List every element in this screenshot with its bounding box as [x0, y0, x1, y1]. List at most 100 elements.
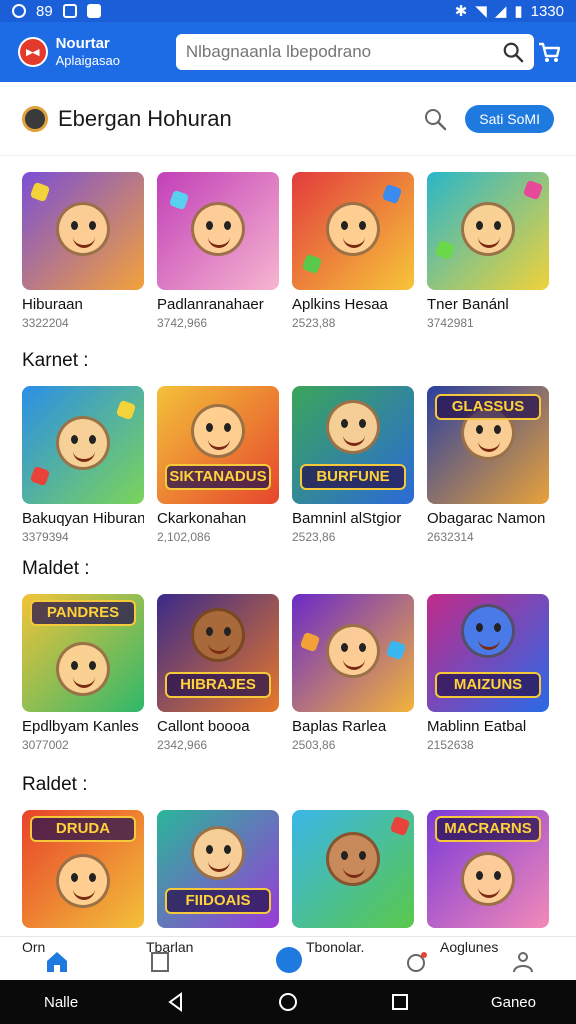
- app-name-label: Callont boooa: [157, 718, 250, 735]
- app-banner: DRUDA: [30, 816, 136, 842]
- nav-item-updates[interactable]: Aoglunes: [404, 937, 554, 981]
- recents-icon[interactable]: [390, 992, 410, 1012]
- app-card[interactable]: Baplas Rarlea 2503,86: [292, 594, 414, 752]
- app-count: 2523,88: [292, 316, 336, 330]
- app-thumbnail[interactable]: BURFUNE: [292, 386, 414, 504]
- back-icon[interactable]: [166, 992, 186, 1012]
- app-name-label: Baplas Rarlea: [292, 718, 387, 735]
- app-thumbnail[interactable]: [22, 386, 144, 504]
- page-title: Ebergan Hohuran: [58, 105, 232, 131]
- app-count: 3077002: [22, 738, 69, 752]
- updates-icon[interactable]: [404, 949, 430, 975]
- app-thumbnail[interactable]: [292, 594, 414, 712]
- system-nav-left-label[interactable]: Nalle: [44, 994, 78, 1011]
- bluetooth-icon: ✱: [454, 3, 468, 20]
- bottom-nav: Orn Tbarlan Tbonolar. Aoglunes: [0, 936, 576, 980]
- nav-item-home[interactable]: Orn: [22, 937, 92, 981]
- app-thumbnail[interactable]: [292, 810, 414, 928]
- app-banner: PANDRES: [30, 600, 136, 626]
- app-banner: MACRARNS: [435, 816, 541, 842]
- wifi-icon: ◥: [475, 3, 487, 20]
- notification-icon: [12, 4, 26, 18]
- app-banner: HIBRAJES: [165, 672, 271, 698]
- app-thumbnail[interactable]: [292, 172, 414, 290]
- section-title: Maldet :: [22, 558, 90, 579]
- app-banner: GLASSUS: [435, 394, 541, 420]
- cart-icon[interactable]: [534, 37, 564, 67]
- app-count: 3742,966: [157, 316, 208, 330]
- gallery-icon: [62, 4, 77, 18]
- app-card[interactable]: Padlanranahaer 3742,966: [157, 172, 279, 330]
- search-bar[interactable]: [175, 34, 535, 70]
- app-count: 3742981: [427, 316, 474, 330]
- app-card[interactable]: GLASSUS Obagarac Namon 2632314: [427, 386, 549, 544]
- nav-label: Orn: [22, 939, 46, 955]
- app-thumbnail[interactable]: FIIDOAIS: [157, 810, 279, 928]
- app-name-label: Bakuqyan Hiburan: [22, 510, 144, 527]
- app-name-label: Mablinn Eatbal: [427, 718, 527, 735]
- search-input[interactable]: [185, 42, 503, 62]
- app-card[interactable]: MACRARNS: [427, 810, 549, 928]
- app-banner: MAIZUNS: [435, 672, 541, 698]
- app-thumbnail[interactable]: PANDRES: [22, 594, 144, 712]
- app-thumbnail[interactable]: GLASSUS: [427, 386, 549, 504]
- app-card[interactable]: [292, 810, 414, 928]
- app-thumbnail[interactable]: [157, 172, 279, 290]
- nav-label: Aoglunes: [440, 939, 499, 955]
- app-banner: BURFUNE: [300, 464, 406, 490]
- app-card[interactable]: BURFUNE Bamninl alStgior 2523,86: [292, 386, 414, 544]
- app-logo-icon[interactable]: ▸◂: [18, 37, 48, 67]
- app-thumbnail[interactable]: HIBRAJES: [157, 594, 279, 712]
- app-count: 3322204: [22, 316, 69, 330]
- app-count: 2342,966: [157, 738, 208, 752]
- app-thumbnail[interactable]: [427, 172, 549, 290]
- message-icon: [86, 4, 101, 18]
- nav-item-games[interactable]: Tbonolar.: [272, 937, 392, 981]
- app-card[interactable]: FIIDOAIS: [157, 810, 279, 928]
- search-icon[interactable]: [423, 107, 447, 131]
- nav-item-browse[interactable]: Tbarlan: [140, 937, 250, 981]
- page-header: Ebergan Hohuran Sati SoMI: [0, 82, 576, 156]
- status-time: 1330: [530, 2, 564, 20]
- app-name-label: Tner Banánl: [427, 296, 509, 313]
- section-title: Raldet :: [22, 774, 88, 795]
- profile-icon[interactable]: [510, 949, 536, 975]
- app-name-label: Epdlbyam Kanles: [22, 718, 139, 735]
- system-nav-bar: Nalle Ganeo: [0, 980, 576, 1024]
- battery-icon: ▮: [514, 3, 523, 20]
- home-icon[interactable]: [44, 949, 70, 975]
- apps-icon[interactable]: [148, 949, 174, 975]
- app-card[interactable]: HIBRAJES Callont boooa 2342,966: [157, 594, 279, 752]
- app-count: 3379394: [22, 530, 69, 544]
- app-count: 2,102,086: [157, 530, 211, 544]
- app-thumbnail[interactable]: SIKTANADUS: [157, 386, 279, 504]
- app-name-label: Aplkins Hesaa: [292, 296, 388, 313]
- signal-icon: ◢: [494, 3, 507, 20]
- category-icon: [22, 105, 48, 132]
- app-thumbnail[interactable]: [22, 172, 144, 290]
- games-icon[interactable]: [274, 945, 304, 975]
- search-icon[interactable]: [502, 41, 524, 63]
- app-card[interactable]: Hiburaan 3322204: [22, 172, 144, 330]
- app-thumbnail[interactable]: DRUDA: [22, 810, 144, 928]
- app-row: PANDRES Epdlbyam Kanles 3077002 HIBRAJES…: [22, 594, 562, 752]
- app-name: Nourtar Aplaigasao: [56, 35, 164, 69]
- home-button-icon[interactable]: [278, 992, 298, 1012]
- header-action-button[interactable]: Sati SoMI: [465, 104, 554, 133]
- app-name-label: Ckarkonahan: [157, 510, 247, 527]
- app-banner: SIKTANADUS: [165, 464, 271, 490]
- app-card[interactable]: DRUDA: [22, 810, 144, 928]
- app-count: 2152638: [427, 738, 474, 752]
- app-card[interactable]: MAIZUNS Mablinn Eatbal 2152638: [427, 594, 549, 752]
- app-card[interactable]: Bakuqyan Hiburan 3379394: [22, 386, 144, 544]
- status-left-text: 89: [36, 2, 53, 20]
- app-thumbnail[interactable]: MAIZUNS: [427, 594, 549, 712]
- app-grid: Hiburaan 3322204 Padlanranahaer 3742,966…: [0, 156, 576, 936]
- app-card[interactable]: Aplkins Hesaa 2523,88: [292, 172, 414, 330]
- app-thumbnail[interactable]: MACRARNS: [427, 810, 549, 928]
- app-card[interactable]: SIKTANADUS Ckarkonahan 2,102,086: [157, 386, 279, 544]
- app-card[interactable]: PANDRES Epdlbyam Kanles 3077002: [22, 594, 144, 752]
- app-card[interactable]: Tner Banánl 3742981: [427, 172, 549, 330]
- system-nav-right-label[interactable]: Ganeo: [491, 994, 536, 1011]
- app-name-line2: Aplaigasao: [55, 53, 120, 68]
